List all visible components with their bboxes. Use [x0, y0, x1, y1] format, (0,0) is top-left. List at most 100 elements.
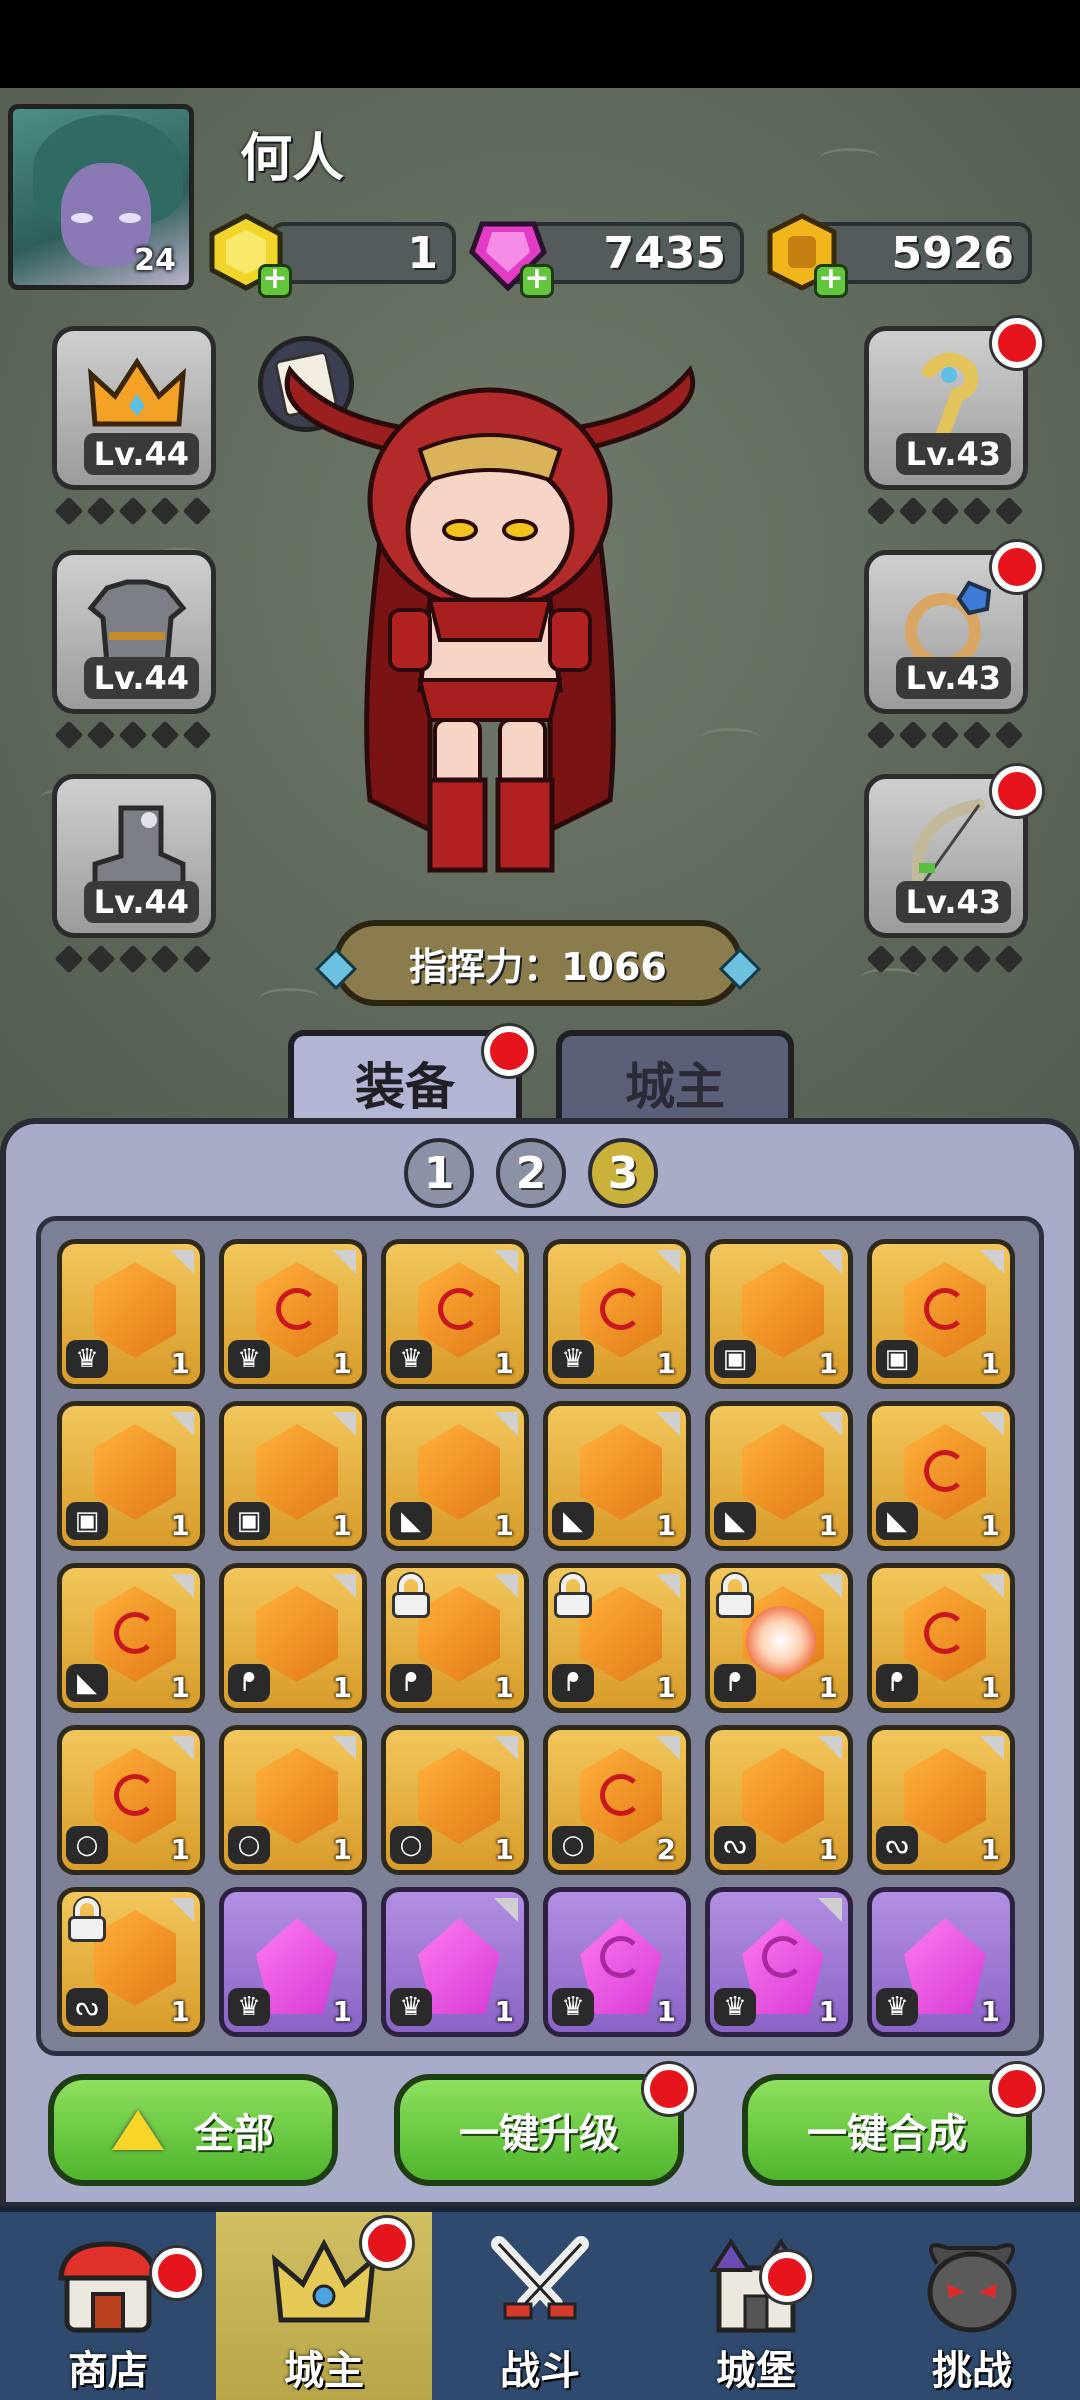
item-quantity: 1	[818, 1995, 838, 2028]
inventory-item[interactable]: ᖰ1	[867, 1563, 1015, 1713]
inventory-item[interactable]: ○ 1	[57, 1725, 205, 1875]
inventory-item[interactable]: ◣ 1	[381, 1401, 529, 1551]
nav-shop[interactable]: 商店	[0, 2212, 216, 2400]
inventory-item[interactable]: ♛ 1	[867, 1887, 1015, 2037]
corner-marker	[656, 1412, 680, 1436]
add-pink-gem-button[interactable]: +	[520, 264, 554, 298]
inventory-item[interactable]: ▣ 1	[219, 1401, 367, 1551]
corner-marker	[170, 1898, 194, 1922]
equip-type-icon: ◣	[714, 1502, 756, 1540]
inventory-item[interactable]: ᖰ1	[705, 1563, 853, 1713]
player-name: 何人	[240, 129, 345, 189]
equip-type-icon: ᖰ	[228, 1664, 270, 1702]
inventory-item[interactable]: ᖰ1	[381, 1563, 529, 1713]
inventory-item[interactable]: ᖰ1	[219, 1563, 367, 1713]
swirl-icon	[600, 1936, 642, 1978]
star-rating	[54, 496, 212, 526]
tab-lord[interactable]: 城主	[556, 1030, 794, 1130]
item-quantity: 1	[332, 1995, 352, 2028]
inventory-item[interactable]: ♛ 1	[57, 1239, 205, 1389]
equip-type-icon: ♛	[228, 1340, 270, 1378]
item-quantity: 1	[332, 1509, 352, 1542]
inventory-item[interactable]: ♛ 1	[543, 1239, 691, 1389]
nav-battle[interactable]: 战斗	[432, 2212, 648, 2400]
equip-type-icon: ◣	[66, 1664, 108, 1702]
triangle-icon	[112, 2110, 164, 2150]
inventory-item[interactable]: ♛ 1	[381, 1239, 529, 1389]
inventory-item[interactable]: ◣ 1	[543, 1401, 691, 1551]
inventory-item[interactable]: ᔓ1	[705, 1725, 853, 1875]
inventory-item[interactable]: ᔓ1	[57, 1887, 205, 2037]
inventory-item[interactable]: ○ 1	[381, 1725, 529, 1875]
inventory-item[interactable]: ♛ 1	[381, 1887, 529, 2037]
corner-marker	[332, 1736, 356, 1760]
item-quantity: 1	[656, 1509, 676, 1542]
equip-slot-crown[interactable]: Lv.44	[52, 326, 216, 490]
equip-level: Lv.44	[83, 881, 199, 923]
item-quantity: 1	[332, 1347, 352, 1380]
one-click-merge-button[interactable]: 一键合成	[742, 2074, 1032, 2186]
corner-marker	[818, 1412, 842, 1436]
inventory-item[interactable]: ○ 2	[543, 1725, 691, 1875]
item-quantity: 1	[818, 1509, 838, 1542]
swirl-icon	[924, 1612, 966, 1654]
corner-marker	[656, 1574, 680, 1598]
page-tab-1[interactable]: 1	[404, 1138, 474, 1208]
inventory-item[interactable]: ◣ 1	[57, 1563, 205, 1713]
filter-all-button[interactable]: 全部	[48, 2074, 338, 2186]
notification-dot	[992, 766, 1042, 816]
nav-challenge[interactable]: 挑战	[864, 2212, 1080, 2400]
corner-marker	[332, 1250, 356, 1274]
inventory-item[interactable]: ▣ 1	[867, 1239, 1015, 1389]
equip-type-icon: ▣	[714, 1340, 756, 1378]
swirl-icon	[924, 1288, 966, 1330]
hero-character	[270, 360, 710, 900]
inventory-item[interactable]: ♛ 1	[219, 1887, 367, 2037]
inventory-item[interactable]: ♛ 1	[705, 1887, 853, 2037]
inventory-grid: ♛ 1 ♛ 1 ♛ 1 ♛ 1 ▣ 1 ▣ 1 ▣ 1 ▣ 1 ◣ 1 ◣ 1 ◣ 1 ◣ 1 ◣ 1 ᖰ 1 ᖰ 1 ᖰ 1 ᖰ 1 ᖰ 1 ○ 1 ○ 1…	[57, 1239, 1015, 2037]
swirl-icon	[762, 1936, 804, 1978]
inventory-item[interactable]: ▣ 1	[57, 1401, 205, 1551]
equip-level: Lv.43	[895, 433, 1011, 475]
equip-slot-armor[interactable]: Lv.44	[52, 550, 216, 714]
gold-coin-icon[interactable]: +	[762, 212, 848, 298]
inventory-item[interactable]: ○ 1	[219, 1725, 367, 1875]
add-gold-coin-button[interactable]: +	[814, 264, 848, 298]
bottom-navigation: 商店 城主 战斗 城堡 挑战	[0, 2206, 1080, 2400]
add-gold-gem-button[interactable]: +	[258, 264, 292, 298]
inventory-item[interactable]: ◣ 1	[705, 1401, 853, 1551]
gold-gem-value: 1	[407, 227, 438, 279]
inventory-grid-container[interactable]: ♛ 1 ♛ 1 ♛ 1 ♛ 1 ▣ 1 ▣ 1 ▣ 1 ▣ 1 ◣ 1 ◣ 1 ◣ 1 ◣ 1 ◣ 1 ᖰ 1 ᖰ 1 ᖰ 1 ᖰ 1 ᖰ 1 ○ 1 ○ 1…	[36, 1216, 1044, 2056]
equip-slot-boots[interactable]: Lv.44	[52, 774, 216, 938]
item-quantity: 1	[656, 1671, 676, 1704]
command-power-bar: 指挥力：1066	[314, 920, 762, 1006]
page-tab-2[interactable]: 2	[496, 1138, 566, 1208]
inventory-item[interactable]: ♛ 1	[543, 1887, 691, 2037]
equip-type-icon: ♛	[552, 1988, 594, 2026]
equip-type-icon: ▣	[876, 1340, 918, 1378]
item-quantity: 1	[656, 1995, 676, 2028]
inventory-item[interactable]: ᔓ1	[867, 1725, 1015, 1875]
inventory-item[interactable]: ◣ 1	[867, 1401, 1015, 1551]
item-quantity: 1	[980, 1347, 1000, 1380]
pink-gem-icon[interactable]: +	[468, 212, 554, 298]
one-click-upgrade-button[interactable]: 一键升级	[394, 2074, 684, 2186]
inventory-item[interactable]: ♛ 1	[219, 1239, 367, 1389]
star-rating	[54, 944, 212, 974]
page-tab-3[interactable]: 3	[588, 1138, 658, 1208]
nav-castle[interactable]: 城堡	[648, 2212, 864, 2400]
equip-type-icon: ᖰ	[714, 1664, 756, 1702]
corner-marker	[818, 1736, 842, 1760]
star-rating	[866, 496, 1024, 526]
nav-challenge-label: 挑战	[932, 2348, 1012, 2394]
corner-marker	[980, 1412, 1004, 1436]
gold-gem-icon[interactable]: +	[206, 212, 292, 298]
corner-marker	[656, 1250, 680, 1274]
inventory-item[interactable]: ▣ 1	[705, 1239, 853, 1389]
corner-marker	[818, 1898, 842, 1922]
equip-type-icon: ♛	[390, 1340, 432, 1378]
swirl-icon	[600, 1288, 642, 1330]
equip-level: Lv.43	[895, 881, 1011, 923]
equip-type-icon: ᖰ	[876, 1664, 918, 1702]
inventory-item[interactable]: ᖰ1	[543, 1563, 691, 1713]
